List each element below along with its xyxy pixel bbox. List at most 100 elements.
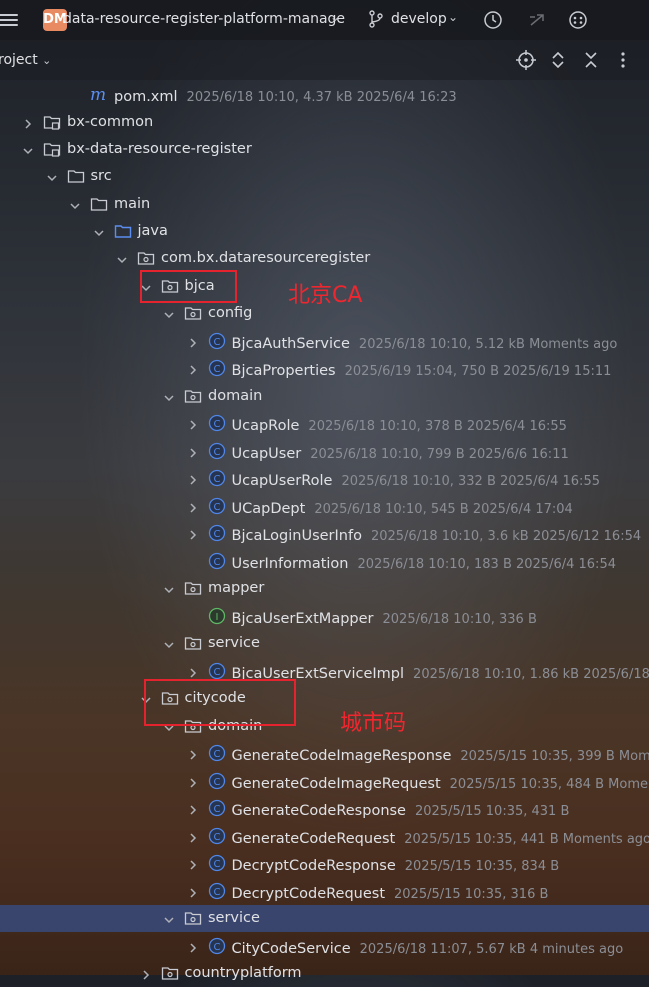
tree-row[interactable]: C BjcaAuthService 2025/6/18 10:10, 5.12 kB… [0,328,649,355]
tree-row[interactable]: main [0,191,649,218]
tree-row[interactable]: C UcapRole 2025/6/18 10:10, 378 B 2025/6/4… [0,410,649,437]
tree-row[interactable]: C GenerateCodeResponse 2025/5/15 10:35, 43… [0,795,649,822]
chevron-right-icon[interactable] [22,115,34,129]
tree-row[interactable]: citycode [0,685,649,712]
chevron-right-icon[interactable] [187,471,199,485]
chevron-down-icon[interactable]: ⌄ [448,10,458,24]
tree-item-meta: 2025/6/18 10:10, 799 B 2025/6/6 16:11 [310,447,569,462]
module-folder-icon [43,140,61,158]
tree-item-label: CityCodeService [231,941,351,957]
tree-row[interactable]: C UcapUserRole 2025/6/18 10:10, 332 B 2025… [0,465,649,492]
tree-item-label: domain [208,388,263,404]
chevron-right-icon[interactable] [140,966,152,980]
tree-row[interactable]: I BjcaUserExtMapper 2025/6/18 10:10, 336 B [0,603,649,630]
tree-row[interactable]: com.bx.dataresourceregister [0,245,649,272]
tree-row[interactable]: service [0,630,649,657]
chevron-down-icon[interactable] [116,251,128,264]
chevron-right-icon[interactable] [187,664,199,678]
tree-item-label: countryplatform [184,965,302,981]
tree-row[interactable]: bx-common [0,109,649,136]
tree-row[interactable]: C DecryptCodeResponse 2025/5/15 10:35, 834… [0,850,649,877]
chevron-right-icon[interactable] [187,856,199,870]
chevron-down-icon[interactable] [69,197,81,210]
project-panel-header: roject ⌄ [0,40,649,80]
tree-row[interactable]: src [0,163,649,190]
chevron-right-icon[interactable] [187,526,199,540]
svg-text:C: C [213,529,220,540]
tree-item-label: BjcaProperties [231,363,336,379]
tree-item-label: UcapUser [231,446,302,462]
svg-text:m: m [90,85,106,103]
annotation-box-citycode [144,679,296,726]
chevron-down-icon[interactable] [46,169,58,182]
tree-row[interactable]: m pom.xml 2025/6/18 10:10, 4.37 kB 2025/6/… [0,81,649,108]
chevron-right-icon[interactable] [187,884,199,898]
class-icon: C [208,827,226,845]
tree-row[interactable]: C BjcaProperties 2025/6/19 15:04, 750 B 20… [0,355,649,382]
locate-target-icon[interactable] [515,49,537,71]
tree-item-meta: 2025/6/18 10:10, 4.37 kB 2025/6/4 16:23 [186,90,457,105]
tree-item-meta: 2025/6/18 10:10, 1.86 kB 2025/6/18 11: [413,667,649,682]
tree-row[interactable]: countryplatform [0,960,649,987]
chevron-right-icon[interactable] [187,444,199,458]
chevron-right-icon[interactable] [187,499,199,513]
chevron-down-icon[interactable] [163,389,175,402]
class-icon: C [208,552,226,570]
tree-row[interactable]: java [0,218,649,245]
more-options-icon[interactable] [612,49,634,71]
tree-item-label: UserInformation [231,556,349,572]
class-icon: C [208,497,226,515]
collapse-all-icon[interactable] [580,49,602,71]
history-clock-icon[interactable] [482,9,504,31]
tree-row[interactable]: C BjcaUserExtServiceImpl 2025/6/18 10:10, … [0,658,649,685]
tree-row[interactable]: service [0,905,649,932]
tree-row[interactable]: domain [0,713,649,740]
main-menu-icon[interactable] [0,11,18,29]
tree-item-meta: 2025/6/18 10:10, 3.6 kB 2025/6/12 16:54 [370,529,642,544]
chevron-right-icon[interactable] [187,746,199,760]
tree-row[interactable]: C BjcaLoginUserInfo 2025/6/18 10:10, 3.6 k… [0,520,649,547]
class-icon: C [208,882,226,900]
tree-item-label: config [208,305,253,321]
project-panel-title[interactable]: roject ⌄ [0,52,51,68]
package-icon [184,579,202,597]
expand-all-icon[interactable] [547,49,569,71]
chevron-right-icon[interactable] [187,774,199,788]
class-icon: C [208,359,226,377]
svg-text:C: C [213,364,220,375]
tree-row[interactable]: C UcapUser 2025/6/18 10:10, 799 B 2025/6/6… [0,438,649,465]
tree-row[interactable]: C UCapDept 2025/6/18 10:10, 545 B 2025/6/4… [0,493,649,520]
tree-row[interactable]: C UserInformation 2025/6/18 10:10, 183 B 2… [0,548,649,575]
tree-row[interactable]: bx-data-resource-register [0,136,649,163]
chevron-right-icon[interactable] [187,361,199,375]
branch-name[interactable]: develop [391,11,447,27]
chevron-right-icon[interactable] [187,801,199,815]
class-icon: C [208,662,226,680]
chevron-down-icon[interactable] [163,636,175,649]
class-icon: C [208,772,226,790]
plugins-icon[interactable] [567,9,589,31]
tree-row[interactable]: domain [0,383,649,410]
tree-row[interactable]: C GenerateCodeImageResponse 2025/5/15 10:3… [0,740,649,767]
project-name[interactable]: data-resource-register-platform-manage [63,11,345,27]
chevron-down-icon[interactable] [163,581,175,594]
chevron-right-icon[interactable] [187,334,199,348]
tree-item-meta: 2025/6/18 10:10, 5.12 kB Moments ago [358,337,618,352]
chevron-down-icon[interactable]: ⌄ [330,10,340,24]
chevron-down-icon[interactable] [93,224,105,237]
tree-row[interactable]: mapper [0,575,649,602]
tree-row[interactable]: C GenerateCodeRequest 2025/5/15 10:35, 441… [0,823,649,850]
chevron-down-icon[interactable] [163,306,175,319]
chevron-down-icon[interactable] [22,142,34,155]
tree-row[interactable]: C CityCodeService 2025/6/18 11:07, 5.67 kB… [0,933,649,960]
chevron-right-icon[interactable] [187,829,199,843]
class-icon: C [208,524,226,542]
tree-item-meta: 2025/5/15 10:35, 441 B Moments ago [404,832,649,847]
chevron-down-icon[interactable] [163,911,175,924]
vcs-pull-icon[interactable] [526,9,548,31]
git-branch-icon[interactable] [366,9,386,29]
tree-row[interactable]: C GenerateCodeImageRequest 2025/5/15 10:35… [0,768,649,795]
chevron-right-icon[interactable] [187,939,199,953]
tree-row[interactable]: C DecryptCodeRequest 2025/5/15 10:35, 316 … [0,878,649,905]
chevron-right-icon[interactable] [187,416,199,430]
